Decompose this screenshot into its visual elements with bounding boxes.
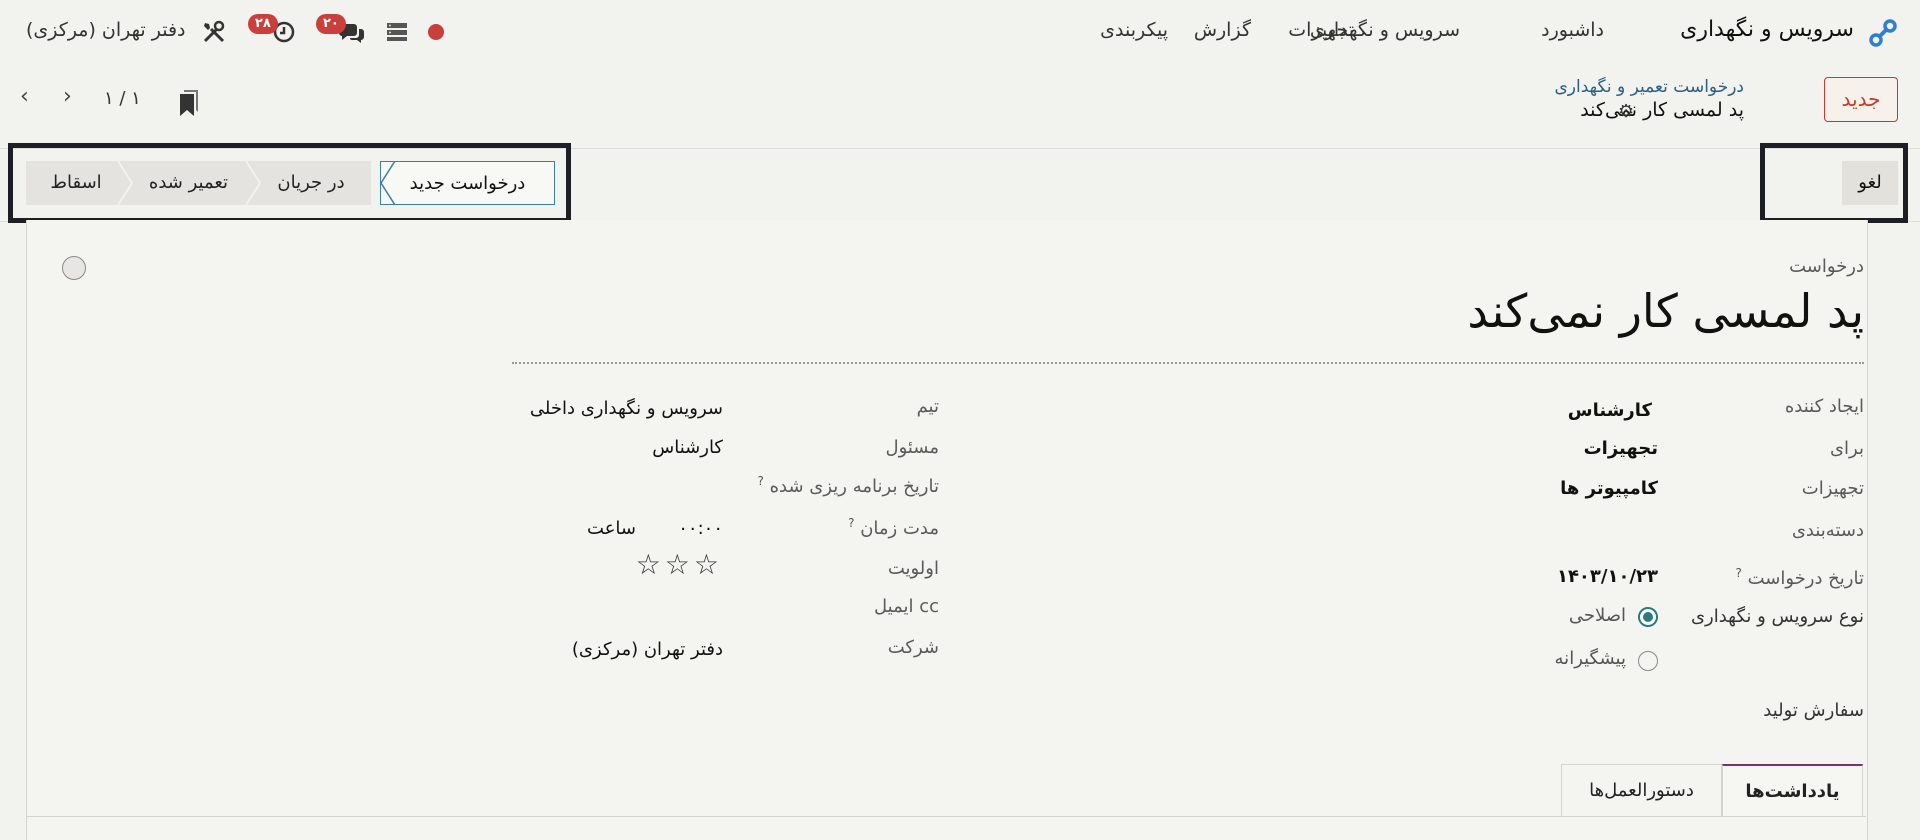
- record-name: پد لمسی کار نمی‌کند: [1580, 99, 1744, 121]
- for-label: برای: [1829, 438, 1864, 459]
- tools-icon[interactable]: [202, 20, 226, 44]
- priority-label: اولویت: [887, 558, 939, 579]
- help-mark[interactable]: ?: [757, 474, 763, 488]
- equipment-field[interactable]: کامپیوتر ها: [1560, 478, 1658, 499]
- duration-label: ? مدت زمان: [848, 516, 939, 539]
- production-order-label: سفارش تولید: [1763, 700, 1864, 721]
- menu-dashboard[interactable]: داشبورد: [1541, 19, 1604, 41]
- radio-preventive[interactable]: [1638, 651, 1658, 671]
- cancel-button[interactable]: لغو: [1842, 161, 1898, 205]
- scheduled-date-label: ? تاریخ برنامه ریزی شده: [757, 474, 939, 497]
- radio-corrective-label[interactable]: اصلاحی: [1569, 605, 1626, 626]
- stage-new-request[interactable]: درخواست جدید: [380, 161, 555, 205]
- stage-separators: [117, 161, 134, 205]
- app-logo-icon[interactable]: [1868, 18, 1898, 48]
- team-label: تیم: [916, 396, 939, 417]
- radio-preventive-label[interactable]: پیشگیرانه: [1555, 648, 1626, 669]
- server-icon[interactable]: [386, 22, 408, 42]
- title-underline: [512, 362, 1864, 364]
- pager-value[interactable]: ۱ / ۱: [104, 88, 141, 109]
- created-by-field[interactable]: کارشناس: [1568, 400, 1652, 421]
- duration-unit: ساعت: [587, 518, 636, 539]
- kanban-state-icon[interactable]: [62, 256, 86, 280]
- active-stage-arrow: [380, 161, 396, 205]
- tab-notes[interactable]: یادداشت‌ها: [1722, 764, 1863, 816]
- duration-field[interactable]: ۰۰:۰۰: [678, 518, 723, 539]
- for-field[interactable]: تجهیزات: [1584, 438, 1658, 459]
- new-button[interactable]: جدید: [1824, 77, 1898, 122]
- messages-count-badge: ۲۰: [316, 14, 346, 34]
- request-header-label: درخواست: [1789, 256, 1864, 277]
- app-title[interactable]: سرویس و نگهداری: [1680, 17, 1854, 42]
- priority-stars[interactable]: ☆☆☆: [636, 548, 723, 581]
- tab-instructions[interactable]: دستورالعمل‌ها: [1561, 764, 1722, 816]
- menu-reporting[interactable]: گزارش: [1194, 19, 1251, 41]
- debug-icon[interactable]: [428, 24, 444, 40]
- previous-record-icon[interactable]: ‹: [20, 84, 29, 109]
- team-field[interactable]: سرویس و نگهداری داخلی: [530, 398, 723, 419]
- maintenance-type-label: نوع سرویس و نگهداری: [1690, 606, 1864, 627]
- bookmark-icon[interactable]: [180, 90, 198, 116]
- responsible-label: مسئول: [885, 437, 939, 458]
- request-date-field[interactable]: ۱۴۰۳/۱۰/۲۳: [1557, 566, 1658, 587]
- stage-separator: [245, 161, 262, 205]
- company-switcher[interactable]: دفتر تهران (مرکزی): [26, 19, 186, 41]
- next-record-icon[interactable]: ›: [63, 84, 72, 109]
- help-mark[interactable]: ?: [1735, 566, 1741, 580]
- help-mark[interactable]: ?: [848, 516, 854, 530]
- category-label: دسته‌بندی: [1791, 520, 1864, 541]
- equipment-label: تجهیزات: [1801, 478, 1864, 499]
- menu-configuration[interactable]: پیکربندی: [1100, 19, 1168, 41]
- responsible-field[interactable]: کارشناس: [652, 437, 723, 458]
- activity-count-badge: ۲۸: [248, 14, 278, 34]
- email-cc-label: ایمیل cc: [874, 596, 939, 617]
- created-by-label: ایجاد کننده: [1784, 396, 1864, 417]
- radio-corrective[interactable]: [1638, 607, 1658, 627]
- menu-equipment[interactable]: تجهیزات: [1288, 19, 1354, 41]
- company-field[interactable]: دفتر تهران (مرکزی): [572, 639, 723, 660]
- request-title[interactable]: پد لمسی کار نمی‌کند: [1467, 284, 1864, 338]
- request-date-label: ? تاریخ درخواست: [1735, 566, 1864, 589]
- top-navbar: سرویس و نگهداری داشبورد سرویس و نگهداری …: [0, 0, 1920, 64]
- breadcrumb[interactable]: درخواست تعمیر و نگهداری: [1554, 77, 1744, 97]
- gear-icon[interactable]: ⚙: [1618, 101, 1634, 122]
- company-label: شرکت: [887, 637, 939, 658]
